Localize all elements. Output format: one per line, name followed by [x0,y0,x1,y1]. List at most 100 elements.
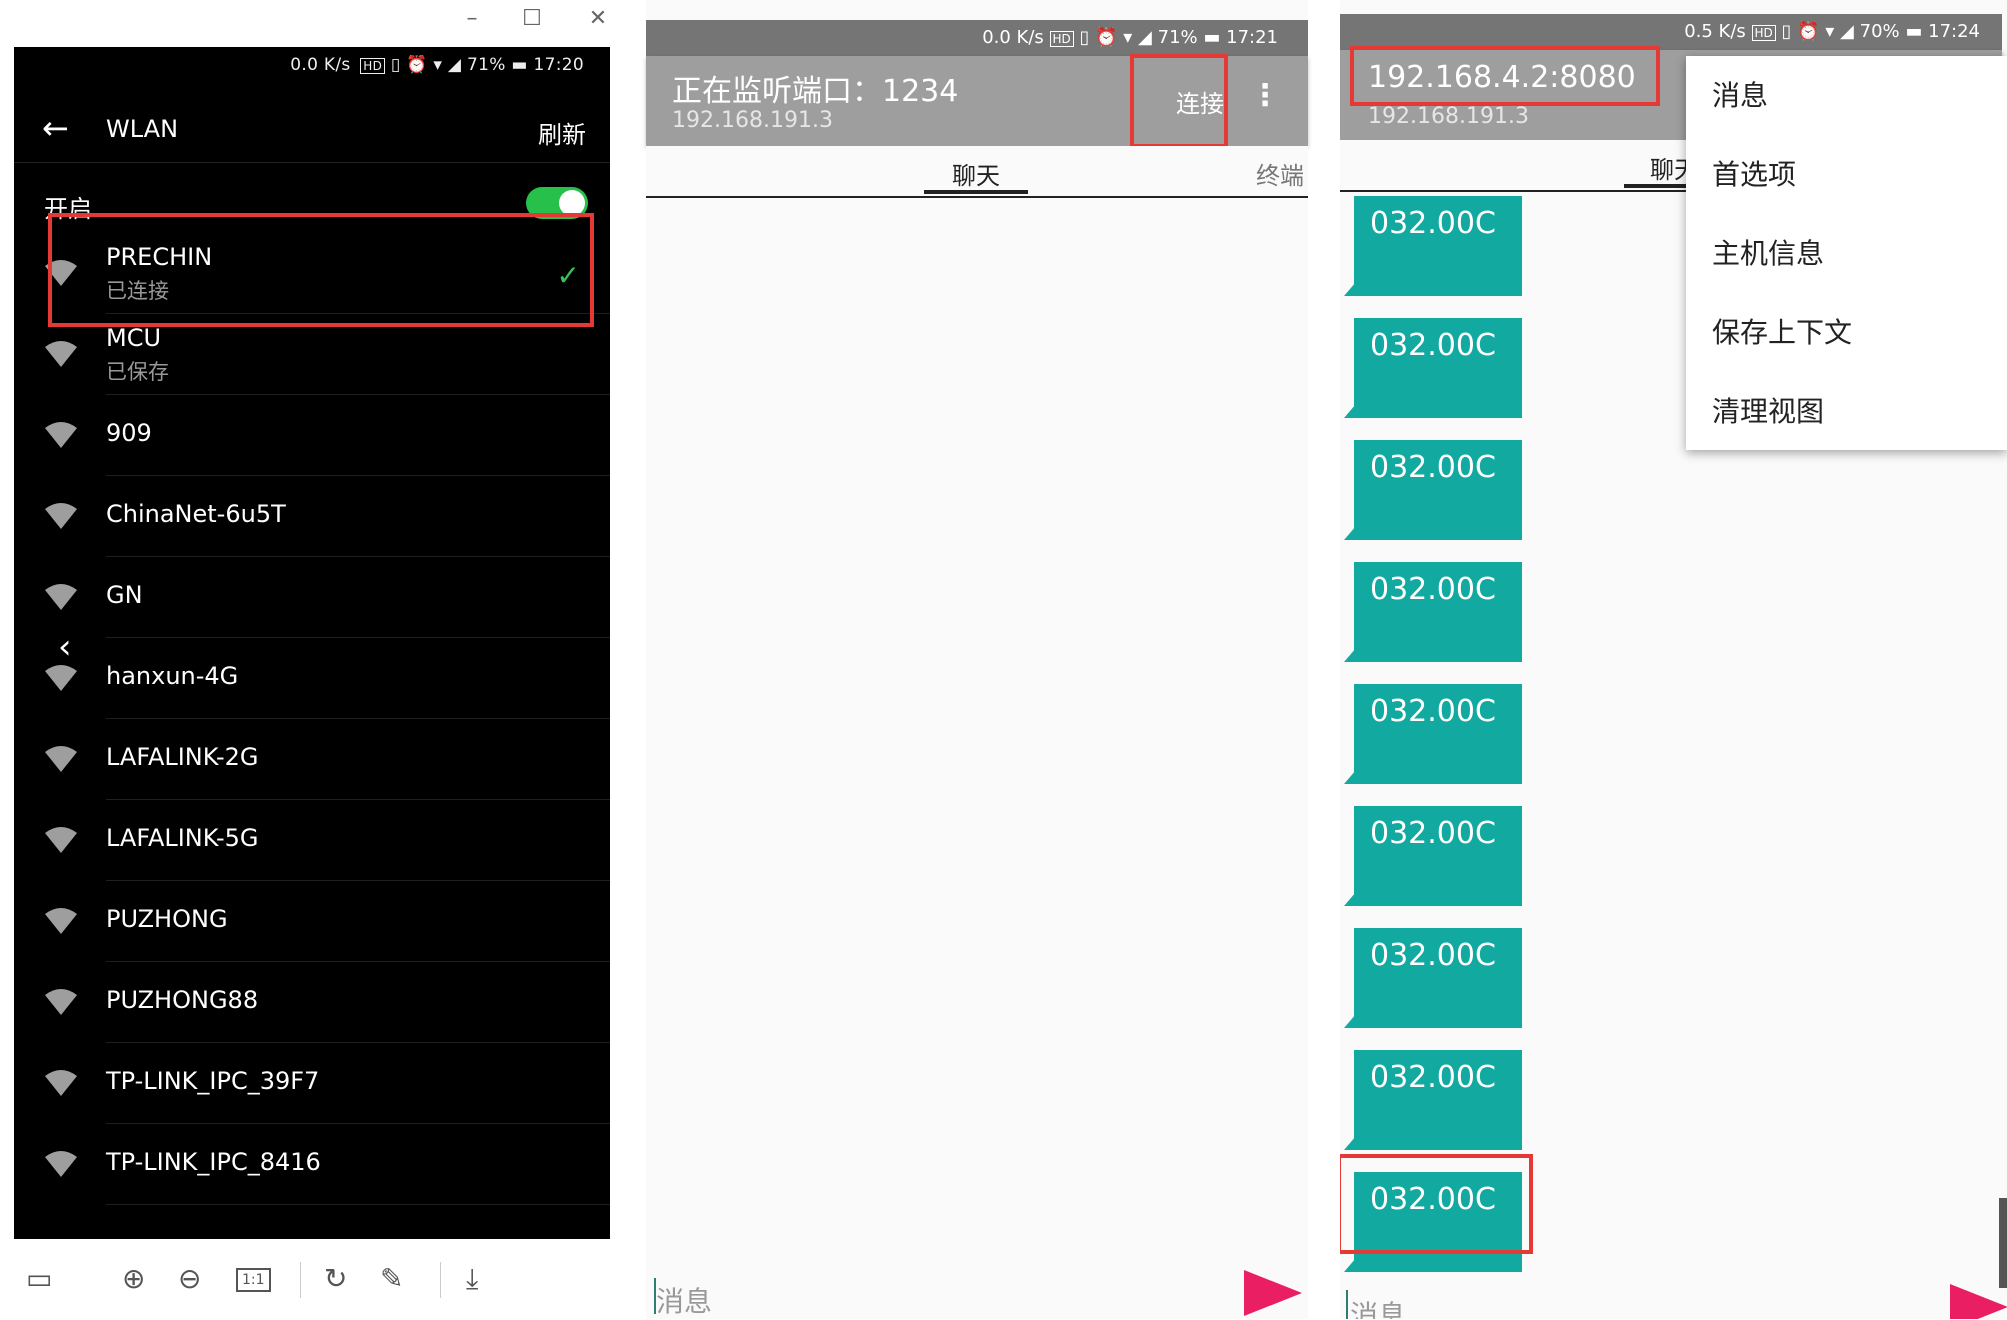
highlight-box [1350,46,1660,106]
battery-icon: ▬ [1203,27,1221,48]
download-icon[interactable]: ⤓ [466,1262,478,1296]
tab-chat[interactable]: 聊天 [952,156,1000,191]
rotate-icon[interactable]: ↻ [324,1262,347,1295]
local-ip: 192.168.191.3 [672,108,833,133]
network-row[interactable]: PUZHONG [14,881,610,962]
scrollbar[interactable] [1999,1198,2007,1288]
message-bubble[interactable]: 032.00C [1344,684,1522,784]
message-bubble[interactable]: 032.00C [1344,1050,1522,1150]
toolbar-separator [440,1262,441,1298]
menu-item-clear-view[interactable]: 清理视图 [1712,390,1824,430]
minimize-button[interactable]: – [452,6,492,31]
refresh-button[interactable]: 刷新 [538,115,586,150]
bubble-tail [1344,282,1356,296]
more-vert-icon[interactable]: ⋮ [1250,78,1280,113]
edit-icon[interactable]: ✎ [380,1262,403,1295]
network-row[interactable]: TP-LINK_IPC_8416 [14,1124,610,1205]
bubble-tail [1344,1258,1356,1272]
message-text: 032.00C [1370,450,1496,485]
network-name: 909 [106,419,152,447]
network-name: ChinaNet-6u5T [106,500,286,528]
local-ip: 192.168.191.3 [1368,104,1529,129]
network-name: PUZHONG88 [106,986,259,1014]
vibrate-icon: ▯ ⏰ ▾ ◢ [1079,27,1158,48]
message-text: 032.00C [1370,938,1496,973]
wlan-header: ← WLAN 刷新 [14,97,610,161]
network-name: LAFALINK-5G [106,824,259,852]
send-icon[interactable] [1950,1284,2007,1319]
send-icon[interactable] [1244,1270,1302,1316]
battery-level: 71% [1157,27,1198,48]
message-bubble[interactable]: 032.00C [1344,806,1522,906]
message-bubble[interactable]: 032.00C [1344,440,1522,540]
highlight-box [48,213,594,327]
network-row[interactable]: ChinaNet-6u5T [14,476,610,557]
message-bubble[interactable]: 032.00C [1344,318,1522,418]
wifi-signal-icon [44,826,78,854]
toolbar-separator [300,1262,301,1298]
message-input[interactable]: 消息 [1350,1294,1406,1319]
clock: 17:21 [1226,27,1278,48]
close-button[interactable]: ✕ [578,6,618,31]
network-row[interactable]: GN [14,557,610,638]
battery-level: 71% [467,55,506,75]
battery-level: 70% [1859,21,1900,42]
menu-item-preferences[interactable]: 首选项 [1712,153,1796,193]
bubble-tail [1344,770,1356,784]
zoom-in-icon[interactable]: ⊕ [122,1262,145,1295]
tab-terminal[interactable]: 终端 [1256,156,1304,191]
menu-item-message[interactable]: 消息 [1712,74,1768,114]
wifi-signal-icon [44,664,78,692]
network-name: MCU [106,324,162,352]
page-title: WLAN [106,115,179,143]
hd-icon: HD [360,58,386,74]
wifi-signal-icon [44,421,78,449]
menu-item-save-context[interactable]: 保存上下文 [1712,311,1852,351]
tcp-chat-listening-screen: 0.0 K/s HD ▯ ⏰ ▾ ◢ 71% ▬ 17:21 正在监听端口：12… [646,0,1308,1319]
arrow-left-icon[interactable]: ← [42,109,69,147]
maximize-button[interactable]: ☐ [512,6,552,31]
message-bubble[interactable]: 032.00C [1344,196,1522,296]
clock: 17:24 [1928,21,1980,42]
tab-bar: 聊天 终端 [646,146,1308,198]
status-bar: 0.0 K/s HD ▯ ⏰ ▾ ◢ 71% ▬ 17:20 [290,55,584,75]
vibrate-icon: ▯ ⏰ ▾ ◢ [1781,21,1860,42]
wifi-signal-icon [44,502,78,530]
message-text: 032.00C [1370,328,1496,363]
network-name: TP-LINK_IPC_39F7 [106,1067,320,1095]
zoom-out-icon[interactable]: ⊖ [178,1262,201,1295]
highlight-box [1340,1154,1533,1254]
clock: 17:20 [533,55,584,75]
net-speed: 0.0 K/s [290,55,351,75]
network-row[interactable]: LAFALINK-2G [14,719,610,800]
network-row[interactable]: TP-LINK_IPC_39F7 [14,1043,610,1124]
thumbnail-icon[interactable]: ▭ [26,1262,52,1295]
chevron-left-icon[interactable]: ‹ [58,627,72,667]
message-text: 032.00C [1370,694,1496,729]
message-input[interactable]: 消息 [656,1280,712,1320]
bubble-tail [1344,526,1356,540]
divider [14,162,610,163]
network-row[interactable]: 909 [14,395,610,476]
menu-item-host-info[interactable]: 主机信息 [1712,232,1824,272]
viewer-toolbar: ▭ ⊕ ⊖ 1:1 ↻ ✎ ⤓ [0,1240,628,1319]
divider [106,1204,610,1205]
actual-size-icon[interactable]: 1:1 [236,1268,271,1292]
wifi-signal-icon [44,583,78,611]
network-name: GN [106,581,143,609]
net-speed: 0.5 K/s [1684,21,1746,42]
battery-icon: ▬ [1905,21,1923,42]
message-bubble[interactable]: 032.00C [1344,928,1522,1028]
network-row[interactable]: hanxun-4G [14,638,610,719]
bubble-tail [1344,1136,1356,1150]
tab-indicator [924,190,1028,194]
network-name: TP-LINK_IPC_8416 [106,1148,321,1176]
network-status: 已保存 [106,360,169,384]
bubble-tail [1344,404,1356,418]
wifi-signal-icon [44,988,78,1016]
vibrate-icon: ▯ ⏰ ▾ ◢ [390,55,467,75]
tcp-chat-connected-screen: 0.5 K/s HD ▯ ⏰ ▾ ◢ 70% ▬ 17:24 192.168.4… [1340,0,2007,1319]
network-row[interactable]: PUZHONG88 [14,962,610,1043]
network-row[interactable]: LAFALINK-5G [14,800,610,881]
message-bubble[interactable]: 032.00C [1344,562,1522,662]
